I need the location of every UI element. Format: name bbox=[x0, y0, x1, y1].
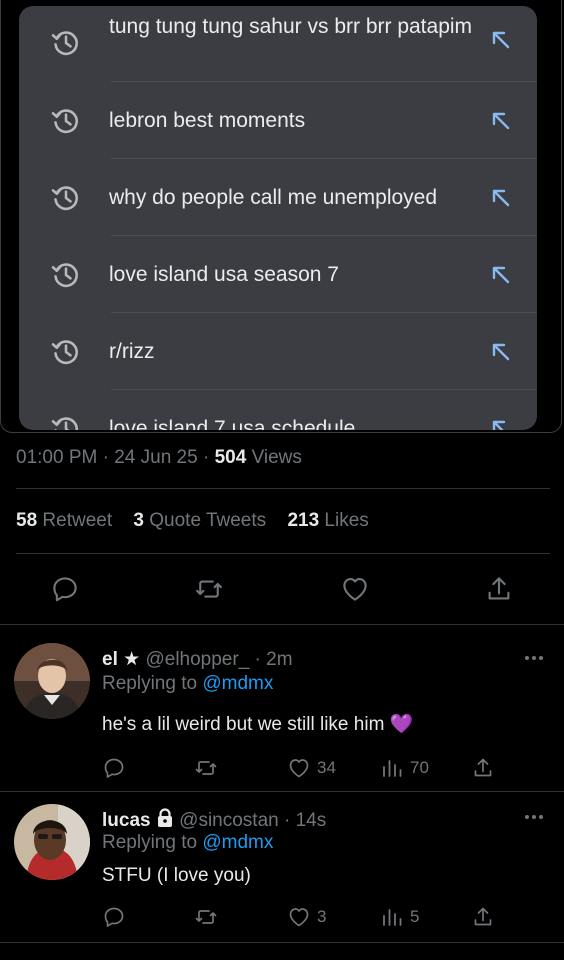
arrow-up-left-icon[interactable] bbox=[489, 109, 513, 133]
like-count: 3 bbox=[317, 907, 327, 926]
divider bbox=[0, 942, 564, 943]
views-count: 70 bbox=[410, 758, 429, 777]
views-count: 5 bbox=[410, 907, 420, 926]
tweet-timestamp-line: 01:00 PM · 24 Jun 25 · 504 Views bbox=[16, 447, 302, 468]
views-button[interactable]: 70 bbox=[380, 755, 429, 781]
reply-tweet[interactable]: lucas @sincostan · 14s Replying to @mdmx… bbox=[0, 792, 564, 942]
reply-icon[interactable] bbox=[50, 574, 80, 604]
user-handle[interactable]: @sincostan bbox=[179, 810, 279, 831]
history-item[interactable]: love island 7 usa schedule bbox=[19, 390, 537, 430]
share-icon bbox=[474, 907, 492, 926]
retweet-button[interactable] bbox=[194, 755, 218, 781]
history-item[interactable]: why do people call me unemployed bbox=[19, 159, 537, 236]
history-item-label: love island usa season 7 bbox=[109, 263, 339, 286]
tweet-stats: 58 Retweet 3 Quote Tweets 213 Likes bbox=[16, 510, 385, 532]
history-item-label: r/rizz bbox=[109, 340, 155, 363]
embedded-screenshot[interactable]: tung tung tung sahur vs brr brr patapim … bbox=[0, 0, 562, 433]
replying-to-line: Replying to @mdmx bbox=[102, 673, 274, 694]
mention-link[interactable]: @mdmx bbox=[202, 673, 273, 694]
history-clock-icon bbox=[51, 31, 78, 56]
arrow-up-left-icon[interactable] bbox=[489, 340, 513, 364]
views-count: 504 bbox=[214, 447, 247, 468]
like-button[interactable]: 3 bbox=[287, 904, 326, 930]
history-item[interactable]: lebron best moments bbox=[19, 82, 537, 159]
star-badge-icon: ★ bbox=[123, 649, 141, 670]
avatar[interactable] bbox=[14, 804, 90, 880]
history-item[interactable]: r/rizz bbox=[19, 313, 537, 390]
retweet-button[interactable] bbox=[194, 904, 218, 930]
likes-stat[interactable]: 213 Likes bbox=[287, 510, 368, 531]
divider bbox=[16, 488, 550, 489]
history-clock-icon bbox=[51, 263, 78, 288]
tweet-date: 24 Jun 25 bbox=[114, 447, 198, 468]
reply-age: 14s bbox=[295, 810, 327, 831]
history-item-label: lebron best moments bbox=[109, 109, 306, 132]
mention-link[interactable]: @mdmx bbox=[202, 832, 273, 853]
history-clock-icon bbox=[51, 109, 78, 134]
reply-header: lucas @sincostan · 14s bbox=[102, 808, 327, 831]
more-options-icon[interactable] bbox=[524, 655, 544, 661]
display-name[interactable]: el bbox=[102, 649, 118, 670]
history-clock-icon bbox=[51, 186, 78, 211]
history-clock-icon bbox=[51, 340, 78, 365]
history-item-label: why do people call me unemployed bbox=[109, 186, 438, 209]
retweet-icon[interactable] bbox=[194, 574, 224, 604]
history-item[interactable]: love island usa season 7 bbox=[19, 236, 537, 313]
tweet-action-bar bbox=[0, 572, 564, 606]
history-item-label: tung tung tung sahur vs brr brr patapim bbox=[109, 15, 473, 38]
views-chart-icon bbox=[383, 909, 402, 926]
like-count: 34 bbox=[317, 758, 336, 777]
reply-button[interactable] bbox=[102, 755, 126, 781]
user-handle[interactable]: @elhopper_ bbox=[145, 649, 249, 670]
views-chart-icon bbox=[383, 760, 402, 777]
retweets-stat[interactable]: 58 Retweet bbox=[16, 510, 112, 531]
views-label: Views bbox=[251, 447, 302, 468]
arrow-up-left-icon[interactable] bbox=[489, 417, 513, 430]
reply-text: he's a lil weird but we still like him 💜 bbox=[102, 714, 414, 735]
like-heart-icon bbox=[289, 908, 309, 927]
share-icon[interactable] bbox=[484, 574, 514, 604]
arrow-up-left-icon[interactable] bbox=[489, 263, 513, 287]
views-button[interactable]: 5 bbox=[380, 904, 419, 930]
tweet-time: 01:00 PM bbox=[16, 447, 98, 468]
share-icon bbox=[474, 758, 492, 777]
reply-age: 2m bbox=[266, 649, 293, 670]
reply-tweet[interactable]: el ★ @elhopper_ · 2m Replying to @mdmx h… bbox=[0, 625, 564, 790]
reply-icon bbox=[104, 907, 124, 927]
like-heart-icon[interactable] bbox=[340, 574, 370, 604]
reply-text: STFU (I love you) bbox=[102, 865, 251, 886]
like-button[interactable]: 34 bbox=[287, 755, 336, 781]
share-button[interactable] bbox=[471, 755, 495, 781]
like-heart-icon bbox=[289, 759, 309, 778]
history-item[interactable]: tung tung tung sahur vs brr brr patapim bbox=[19, 6, 537, 82]
reply-icon bbox=[104, 758, 124, 778]
replying-to-line: Replying to @mdmx bbox=[102, 832, 274, 853]
search-history-panel: tung tung tung sahur vs brr brr patapim … bbox=[19, 6, 537, 430]
share-button[interactable] bbox=[471, 904, 495, 930]
avatar[interactable] bbox=[14, 643, 90, 719]
reply-header: el ★ @elhopper_ · 2m bbox=[102, 649, 293, 670]
display-name[interactable]: lucas bbox=[102, 810, 151, 831]
history-clock-icon bbox=[51, 417, 78, 430]
retweet-icon bbox=[195, 761, 217, 775]
quote-tweets-stat[interactable]: 3 Quote Tweets bbox=[133, 510, 266, 531]
divider bbox=[16, 553, 550, 554]
history-item-label: love island 7 usa schedule bbox=[109, 417, 356, 430]
arrow-up-left-icon[interactable] bbox=[489, 186, 513, 210]
more-options-icon[interactable] bbox=[524, 814, 544, 820]
reply-button[interactable] bbox=[102, 904, 126, 930]
arrow-up-left-icon[interactable] bbox=[489, 28, 513, 52]
lock-icon bbox=[157, 808, 172, 827]
retweet-icon bbox=[195, 910, 217, 924]
